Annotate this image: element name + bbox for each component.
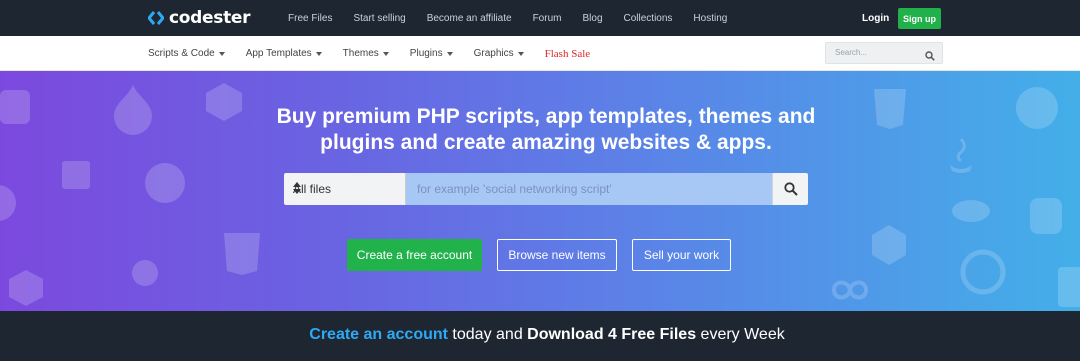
top-nav: Free Files Start selling Become an affil…: [288, 0, 748, 36]
browse-items-button[interactable]: Browse new items: [497, 239, 617, 271]
headline-text: ,: [687, 105, 699, 128]
file-type-select[interactable]: All files: [284, 173, 406, 205]
nav-forum[interactable]: Forum: [533, 13, 562, 24]
header-search-input[interactable]: Search...: [825, 42, 943, 64]
javascript-icon: [222, 231, 262, 282]
hero-headline: Buy premium PHP scripts, app templates, …: [0, 104, 1080, 156]
php-icon: [950, 198, 992, 229]
flash-sale-link[interactable]: Flash Sale: [545, 48, 591, 60]
hero-search-button[interactable]: [772, 173, 808, 205]
category-graphics[interactable]: Graphics: [474, 48, 524, 59]
opencart-icon: [960, 249, 1006, 300]
category-scripts-code[interactable]: Scripts & Code: [148, 48, 225, 59]
signup-button[interactable]: Sign up: [898, 8, 941, 29]
promo-text-bold: Download 4 Free Files: [527, 326, 697, 343]
infinity-icon: [826, 276, 874, 309]
promo-text-mid: today and: [447, 326, 528, 343]
codester-logo-icon: [148, 10, 164, 26]
category-label: Themes: [342, 48, 379, 59]
wordpress-icon: [143, 161, 187, 210]
sell-work-button[interactable]: Sell your work: [632, 239, 731, 271]
caret-down-icon: [446, 52, 453, 56]
top-bar: codester Free Files Start selling Become…: [0, 0, 1080, 36]
headline-text: ,: [534, 105, 546, 128]
caret-down-icon: [218, 52, 225, 56]
category-app-templates[interactable]: App Templates: [246, 48, 322, 59]
headline-text: and: [772, 105, 816, 128]
magento-icon: [870, 223, 908, 272]
nav-blog[interactable]: Blog: [582, 13, 602, 24]
headline-bold: app templates: [545, 105, 688, 128]
logo[interactable]: codester: [148, 8, 251, 28]
caret-down-icon: [382, 52, 389, 56]
category-label: App Templates: [245, 48, 312, 59]
create-account-link[interactable]: Create an account: [309, 326, 448, 343]
nav-hosting[interactable]: Hosting: [693, 13, 727, 24]
promo-banner: Create an account today and Download 4 F…: [0, 311, 1080, 361]
promo-text: Create an account today and Download 4 F…: [0, 326, 1080, 344]
search-icon: [784, 182, 798, 196]
logo-text: codester: [169, 8, 251, 28]
promo-text-end: every Week: [696, 326, 785, 343]
headline-text: Buy premium: [276, 105, 417, 128]
hero-search-input[interactable]: for example 'social networking script': [406, 173, 772, 205]
c-language-icon: [6, 268, 46, 311]
category-label: Scripts & Code: [148, 48, 215, 59]
category-themes[interactable]: Themes: [343, 48, 389, 59]
swift-icon: [1058, 267, 1080, 311]
apple-icon: [130, 251, 160, 292]
nav-become-affiliate[interactable]: Become an affiliate: [427, 13, 512, 24]
python-icon: [1026, 194, 1066, 243]
headline-bold: PHP scripts: [416, 105, 535, 128]
headline-bold: plugins: [320, 131, 395, 154]
headline-bold: themes: [698, 105, 773, 128]
select-arrows-icon: [293, 182, 391, 197]
nav-collections[interactable]: Collections: [624, 13, 673, 24]
header-search-placeholder: Search...: [835, 48, 868, 57]
category-plugins[interactable]: Plugins: [410, 48, 453, 59]
category-label: Plugins: [409, 48, 443, 59]
create-account-button[interactable]: Create a free account: [347, 239, 482, 271]
hero-section: Buy premium PHP scripts, app templates, …: [0, 71, 1080, 311]
joomla-icon: [0, 181, 18, 230]
category-label: Graphics: [473, 48, 514, 59]
search-icon[interactable]: [925, 48, 935, 66]
login-link[interactable]: Login: [862, 13, 889, 24]
search-placeholder: for example 'social networking script': [417, 182, 612, 196]
nav-free-files[interactable]: Free Files: [288, 13, 332, 24]
headline-text: and create amazing websites & apps.: [394, 131, 772, 154]
shopping-bag-icon: [60, 151, 92, 196]
nav-start-selling[interactable]: Start selling: [353, 13, 405, 24]
caret-down-icon: [517, 52, 524, 56]
hero-search-bar: All files for example 'social networking…: [284, 173, 808, 205]
caret-down-icon: [315, 52, 322, 56]
